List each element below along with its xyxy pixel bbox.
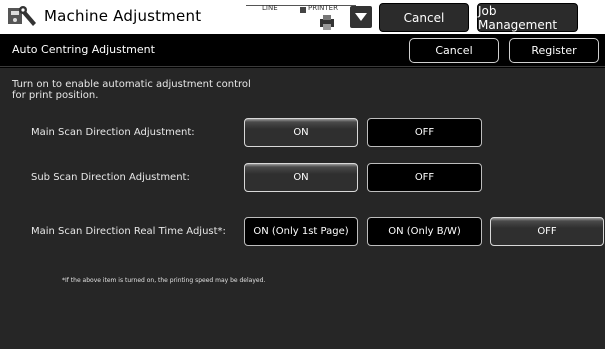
status-dropdown-button[interactable] — [350, 6, 372, 28]
triangle-down-icon — [355, 13, 367, 21]
printer-status-label: PRINTER — [308, 4, 338, 12]
section-title: Auto Centring Adjustment — [12, 43, 155, 56]
printer-status-indicator — [300, 7, 306, 13]
real-time-on-first-page-button[interactable]: ON (Only 1st Page) — [244, 217, 358, 246]
sub-scan-adjustment-label: Sub Scan Direction Adjustment: — [31, 172, 190, 183]
main-scan-on-button[interactable]: ON — [244, 118, 358, 147]
real-time-on-bw-button[interactable]: ON (Only B/W) — [367, 217, 482, 246]
cancel-button[interactable]: Cancel — [409, 38, 499, 63]
page-title: Machine Adjustment — [44, 7, 202, 25]
sub-scan-off-button[interactable]: OFF — [367, 163, 482, 192]
printer-icon — [320, 15, 334, 30]
header-cancel-button[interactable]: Cancel — [379, 3, 469, 32]
settings-panel: Turn on to enable automatic adjustment c… — [0, 68, 605, 349]
speed-warning-note: *If the above item is turned on, the pri… — [62, 277, 266, 284]
line-status-label: LINE — [262, 4, 278, 12]
description-text: Turn on to enable automatic adjustment c… — [12, 79, 251, 101]
main-scan-adjustment-label: Main Scan Direction Adjustment: — [31, 127, 195, 138]
top-header: Machine Adjustment LINE PRINTER Cancel J… — [0, 0, 605, 34]
register-button[interactable]: Register — [509, 38, 599, 63]
real-time-adjust-label: Main Scan Direction Real Time Adjust*: — [31, 226, 226, 237]
sub-header: Auto Centring Adjustment Cancel Register — [0, 34, 605, 67]
main-scan-off-button[interactable]: OFF — [367, 118, 482, 147]
sub-scan-on-button[interactable]: ON — [244, 163, 358, 192]
wrench-settings-icon — [8, 6, 36, 26]
real-time-off-button[interactable]: OFF — [490, 217, 604, 246]
job-management-button[interactable]: Job Management — [477, 3, 578, 32]
